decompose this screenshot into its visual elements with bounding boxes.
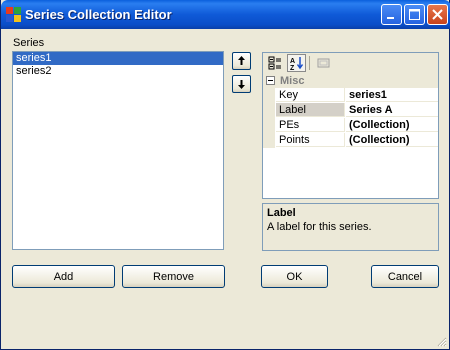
property-grid[interactable]: A Z Misc Key series1 Label Series A PEs … xyxy=(262,52,439,199)
toolbar-separator xyxy=(309,56,310,70)
property-row-key[interactable]: Key series1 xyxy=(263,88,438,103)
property-grid-body: Misc Key series1 Label Series A PEs (Col… xyxy=(263,74,438,198)
property-help-pane: Label A label for this series. xyxy=(262,203,439,251)
property-pages-button[interactable] xyxy=(314,54,333,72)
help-title: Label xyxy=(267,207,296,219)
maximize-icon xyxy=(409,9,420,20)
minimize-button[interactable] xyxy=(381,4,402,25)
maximize-button[interactable] xyxy=(404,4,425,25)
move-down-button[interactable] xyxy=(232,75,251,93)
property-value[interactable]: Series A xyxy=(346,103,438,117)
alphabetical-button[interactable]: A Z xyxy=(287,54,306,72)
sort-alphabetical-icon: A Z xyxy=(290,57,304,71)
category-label: Misc xyxy=(280,75,305,87)
categorized-icon xyxy=(268,56,281,70)
cancel-button[interactable]: Cancel xyxy=(371,265,439,288)
series-list-item[interactable]: series1 xyxy=(13,52,223,65)
arrow-up-icon xyxy=(238,56,245,65)
property-value[interactable]: (Collection) xyxy=(346,133,438,147)
svg-text:A: A xyxy=(290,58,295,65)
property-pages-icon xyxy=(317,58,330,68)
app-icon xyxy=(6,7,21,22)
property-value[interactable]: (Collection) xyxy=(346,118,438,132)
title-bar[interactable]: Series Collection Editor xyxy=(1,0,450,29)
arrow-down-icon xyxy=(238,80,245,89)
property-row-pes[interactable]: PEs (Collection) xyxy=(263,118,438,133)
property-name: Label xyxy=(276,103,345,117)
property-name: PEs xyxy=(276,118,345,132)
property-name: Points xyxy=(276,133,345,147)
resize-grip-icon[interactable] xyxy=(435,335,447,347)
categorized-button[interactable] xyxy=(266,54,285,72)
property-value[interactable]: series1 xyxy=(346,88,438,102)
series-label: Series xyxy=(13,37,45,49)
category-row-misc: Misc xyxy=(263,74,438,88)
property-row-points[interactable]: Points (Collection) xyxy=(263,133,438,148)
remove-button[interactable]: Remove xyxy=(122,265,225,288)
series-listbox[interactable]: series1 series2 xyxy=(12,51,224,250)
series-collection-editor-window: Series Collection Editor Series series1 … xyxy=(0,0,450,350)
property-row-label[interactable]: Label Series A xyxy=(263,103,438,118)
property-grid-toolbar: A Z xyxy=(263,53,438,74)
ok-button[interactable]: OK xyxy=(261,265,328,288)
close-icon xyxy=(432,9,443,20)
window-title: Series Collection Editor xyxy=(25,7,172,22)
add-button[interactable]: Add xyxy=(12,265,115,288)
svg-text:Z: Z xyxy=(290,65,295,71)
series-list-item[interactable]: series2 xyxy=(13,65,223,78)
collapse-icon[interactable] xyxy=(266,76,275,85)
help-description: A label for this series. xyxy=(267,221,372,233)
close-button[interactable] xyxy=(427,4,448,25)
property-name: Key xyxy=(276,88,345,102)
minimize-icon xyxy=(387,17,394,19)
move-up-button[interactable] xyxy=(232,52,251,70)
